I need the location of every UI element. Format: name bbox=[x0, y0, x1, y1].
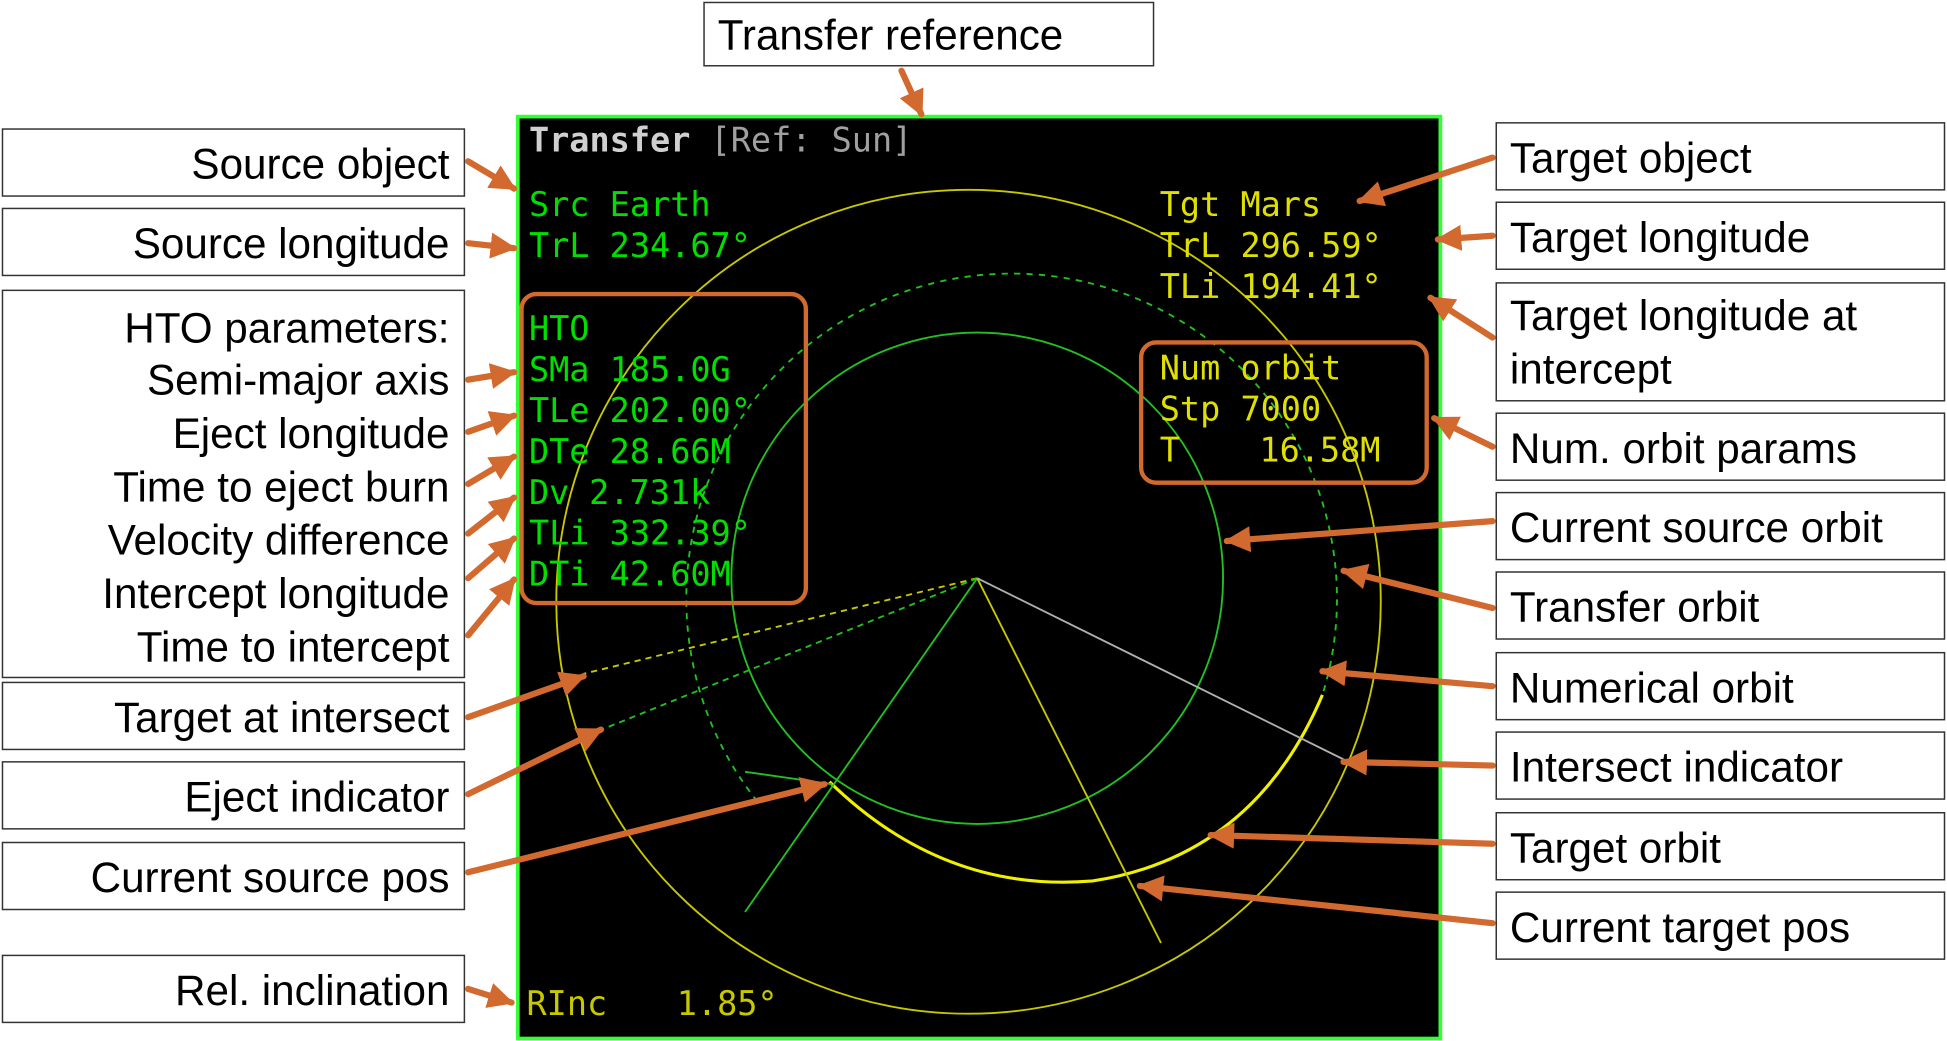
svg-text:Dv2.731k: Dv 2.731k bbox=[529, 473, 710, 512]
hto-value: 185.0G bbox=[610, 350, 731, 389]
arrow bbox=[465, 158, 518, 192]
arrow bbox=[898, 67, 925, 118]
callout-rel-inclination: Rel. inclination bbox=[175, 967, 449, 1014]
tgt-lon-value: 296.59° bbox=[1240, 226, 1381, 265]
arrow bbox=[1431, 415, 1496, 450]
callout-current-source-orbit: Current source orbit bbox=[1510, 504, 1883, 551]
callout-transfer-orbit: Transfer orbit bbox=[1510, 584, 1760, 631]
hto-label: TLe bbox=[529, 391, 590, 430]
callout-hto-param: Semi-major axis bbox=[147, 357, 450, 404]
svg-text:SMa 185.0G: SMa 185.0G bbox=[529, 350, 731, 389]
callout-label: Transfer reference bbox=[718, 12, 1064, 59]
hto-label: DTi bbox=[529, 555, 590, 594]
svg-text:TLi 332.39°: TLi 332.39° bbox=[529, 514, 751, 553]
num-label: Stp bbox=[1160, 390, 1221, 429]
num-value: 7000 bbox=[1240, 390, 1321, 429]
callout-intersect-indicator: Intersect indicator bbox=[1510, 744, 1843, 791]
num-orbit-header: Num orbit bbox=[1160, 349, 1342, 388]
hto-value: 2.731k bbox=[589, 473, 710, 512]
src-lon-label: TrL bbox=[529, 226, 590, 265]
hto-label: Dv bbox=[529, 473, 569, 512]
tgt-label: Tgt bbox=[1160, 185, 1221, 224]
hto-label: TLi bbox=[529, 514, 590, 553]
tgt-lon-int-label: TLi bbox=[1160, 267, 1221, 306]
tgt-value: Mars bbox=[1240, 185, 1321, 224]
arrow bbox=[1434, 224, 1496, 251]
svg-text:TLi 194.41°: TLi 194.41° bbox=[1160, 267, 1382, 306]
callout-hto-param: Eject longitude bbox=[173, 410, 450, 457]
callout-source-object: Source object bbox=[191, 141, 449, 188]
rinc-value: 1.85° bbox=[677, 984, 778, 1023]
callout-current-target-pos: Current target pos bbox=[1510, 904, 1850, 951]
mfd-title: Transfer bbox=[529, 120, 690, 159]
num-value: 16.58M bbox=[1259, 431, 1380, 470]
src-lon-value: 234.67° bbox=[610, 226, 751, 265]
svg-text:Transfer [Ref: Sun]: Transfer [Ref: Sun] bbox=[529, 120, 912, 159]
callout-transfer-reference: Transfer reference bbox=[703, 1, 1155, 67]
svg-text:Stp 7000: Stp 7000 bbox=[1160, 390, 1321, 429]
num-label: T bbox=[1160, 431, 1180, 470]
callout-target-object: Target object bbox=[1510, 134, 1752, 181]
hto-value: 28.66M bbox=[610, 432, 731, 471]
mfd-ref: [Ref: Sun] bbox=[711, 120, 913, 159]
arrow bbox=[465, 232, 518, 259]
hto-value: 332.39° bbox=[610, 514, 751, 553]
hto-label: SMa bbox=[529, 350, 590, 389]
callout-hto-param: Time to intercept bbox=[137, 623, 450, 670]
callout-target-orbit: Target orbit bbox=[1510, 824, 1721, 871]
callout-numerical-orbit: Numerical orbit bbox=[1510, 664, 1794, 711]
svg-text:DTe 28.66M: DTe 28.66M bbox=[529, 432, 731, 471]
svg-text:Tgt Mars: Tgt Mars bbox=[1160, 185, 1321, 224]
callout-hto-param: Velocity difference bbox=[108, 517, 450, 564]
arrow bbox=[465, 363, 518, 389]
hto-value: 42.60M bbox=[610, 555, 731, 594]
annotated-mfd-diagram: Transfer [Ref: Sun] Src Earth TrL 234.67… bbox=[1, 1, 1946, 1041]
src-label: Src bbox=[529, 185, 590, 224]
arrow bbox=[465, 453, 518, 488]
callout-target-longitude: Target longitude bbox=[1510, 214, 1810, 261]
callout-eject-indicator: Eject indicator bbox=[184, 773, 449, 820]
callout-hto-param: Intercept longitude bbox=[102, 570, 449, 617]
svg-text:TrL 296.59°: TrL 296.59° bbox=[1160, 226, 1382, 265]
svg-text:Src Earth: Src Earth bbox=[529, 185, 711, 224]
arrow bbox=[465, 411, 518, 436]
svg-text:TrL 234.67°: TrL 234.67° bbox=[529, 226, 751, 265]
callout-hto-param: Time to eject burn bbox=[113, 463, 449, 510]
callout-num-orbit-params: Num. orbit params bbox=[1510, 425, 1857, 472]
svg-text:DTi 42.60M: DTi 42.60M bbox=[529, 555, 731, 594]
hto-value: 202.00° bbox=[610, 391, 751, 430]
hto-label: DTe bbox=[529, 432, 590, 471]
callout-source-longitude: Source longitude bbox=[133, 220, 450, 267]
src-value: Earth bbox=[610, 185, 711, 224]
hto-header: HTO bbox=[529, 309, 590, 348]
arrow bbox=[465, 494, 518, 537]
callout-target-longitude-intercept: Target longitude at bbox=[1510, 292, 1858, 339]
tgt-lon-label: TrL bbox=[1160, 226, 1221, 265]
svg-text:TLe 202.00°: TLe 202.00° bbox=[529, 391, 751, 430]
left-callouts: Source object Source longitude HTO param… bbox=[1, 128, 466, 1024]
right-callouts: Target object Target longitude Target lo… bbox=[1495, 122, 1946, 960]
callout-current-source-pos: Current source pos bbox=[91, 854, 450, 901]
arrow bbox=[465, 535, 518, 582]
callout-target-at-intersect: Target at intersect bbox=[114, 694, 450, 741]
callout-hto-header: HTO parameters: bbox=[124, 304, 449, 351]
arrow bbox=[465, 576, 518, 639]
rinc-label: RInc bbox=[526, 984, 607, 1023]
arrow bbox=[465, 983, 515, 1008]
callout-target-longitude-intercept: intercept bbox=[1510, 345, 1672, 392]
tgt-lon-int-value: 194.41° bbox=[1240, 267, 1381, 306]
arrow bbox=[1340, 749, 1496, 776]
